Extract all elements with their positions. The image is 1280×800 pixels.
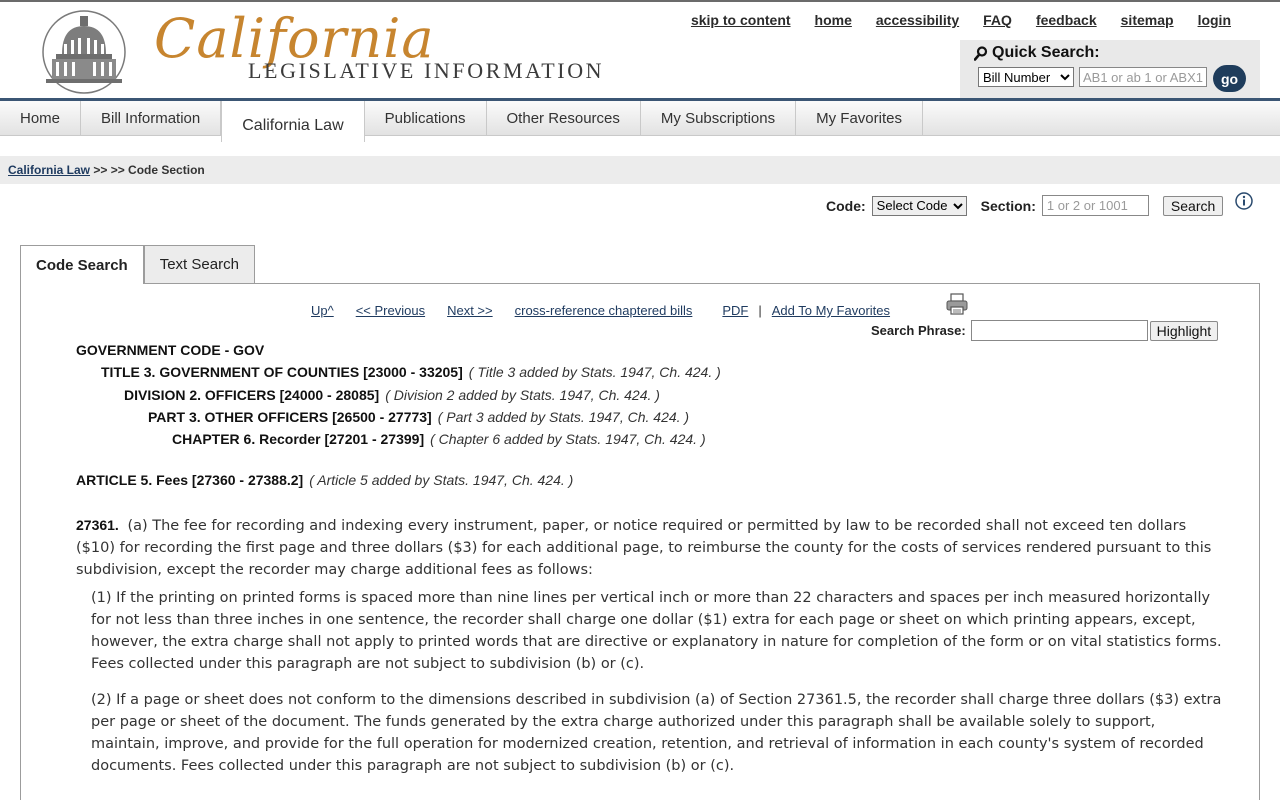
hierarchy-division: DIVISION 2. OFFICERS [24000 - 28085]( Di… xyxy=(124,386,660,403)
utility-links: skip to content home accessibility FAQ f… xyxy=(691,12,1231,28)
code-hierarchy: GOVERNMENT CODE - GOV TITLE 3. GOVERNMEN… xyxy=(76,341,721,452)
section-paragraph-1: (1) If the printing on printed forms is … xyxy=(91,590,1222,672)
info-icon[interactable] xyxy=(1235,192,1253,210)
code-select[interactable]: Select Code xyxy=(871,195,967,216)
nav-tab-home[interactable]: Home xyxy=(0,101,82,136)
nav-tab-my-subscriptions[interactable]: My Subscriptions xyxy=(641,101,797,136)
nav-tab-other-resources[interactable]: Other Resources xyxy=(487,101,641,136)
skip-to-content-link[interactable]: skip to content xyxy=(691,12,791,28)
nav-tab-bill-information[interactable]: Bill Information xyxy=(81,101,222,136)
login-link[interactable]: login xyxy=(1198,12,1231,28)
hierarchy-part: PART 3. OTHER OFFICERS [26500 - 27773]( … xyxy=(148,408,690,425)
article-note: ( Article 5 added by Stats. 1947, Ch. 42… xyxy=(309,472,574,488)
accessibility-link[interactable]: accessibility xyxy=(876,12,959,28)
sitemap-link[interactable]: sitemap xyxy=(1121,12,1174,28)
tab-text-search[interactable]: Text Search xyxy=(143,245,255,283)
hierarchy-code: GOVERNMENT CODE - GOV xyxy=(76,342,265,358)
faq-link[interactable]: FAQ xyxy=(983,12,1012,28)
bill-type-select[interactable]: Bill Number xyxy=(978,67,1074,87)
quick-search-label: Quick Search: xyxy=(992,44,1100,61)
section-search-button[interactable]: Search xyxy=(1162,195,1224,216)
hierarchy-chapter: CHAPTER 6. Recorder [27201 - 27399]( Cha… xyxy=(172,431,706,448)
code-section-lookup: Code: Select Code Section: Search xyxy=(826,195,1224,216)
printer-icon[interactable] xyxy=(945,293,969,315)
main-nav: Home Bill Information California Law Pub… xyxy=(0,98,1280,142)
nav-tab-california-law[interactable]: California Law xyxy=(221,101,365,142)
nav-tab-publications[interactable]: Publications xyxy=(365,101,487,136)
search-mode-tabs: Code Search Text Search xyxy=(20,245,255,284)
breadcrumb-california-law-link[interactable]: California Law xyxy=(8,163,90,177)
search-phrase-label: Search Phrase: xyxy=(871,323,966,338)
toolbar-separator: | xyxy=(758,303,762,318)
section-text: 27361. (a) The fee for recording and ind… xyxy=(76,514,1226,791)
search-icon xyxy=(974,45,988,61)
section-label: Section: xyxy=(980,197,1036,214)
section-input[interactable] xyxy=(1041,195,1149,216)
next-link[interactable]: Next >> xyxy=(447,303,493,318)
home-link[interactable]: home xyxy=(815,12,852,28)
previous-link[interactable]: << Previous xyxy=(356,303,425,318)
section-paragraph-2: (2) If a page or sheet does not conform … xyxy=(91,692,1222,774)
tab-code-search[interactable]: Code Search xyxy=(20,245,144,284)
code-label: Code: xyxy=(826,197,866,214)
article-title: ARTICLE 5. Fees [27360 - 27388.2] xyxy=(76,472,304,488)
nav-tab-my-favorites[interactable]: My Favorites xyxy=(796,101,923,136)
quick-search-title: Quick Search: xyxy=(974,44,1100,62)
section-intro: 27361. (a) The fee for recording and ind… xyxy=(76,517,1212,578)
feedback-link[interactable]: feedback xyxy=(1036,12,1097,28)
section-toolbar: Up^ << Previous Next >> cross-reference … xyxy=(311,303,912,318)
article-heading: ARTICLE 5. Fees [27360 - 27388.2] ( Artic… xyxy=(76,472,573,488)
go-button[interactable]: go xyxy=(1213,65,1246,92)
site-header: California LEGISLATIVE INFORMATION skip … xyxy=(0,2,1280,98)
add-to-favorites-link[interactable]: Add To My Favorites xyxy=(772,303,890,318)
search-phrase-input[interactable] xyxy=(970,320,1148,341)
quick-search-panel: Quick Search: Bill Number go xyxy=(960,40,1260,98)
breadcrumb-trail: >> >> Code Section xyxy=(90,163,205,177)
breadcrumb: California Law >> >> Code Section xyxy=(0,156,1280,184)
hierarchy-title: TITLE 3. GOVERNMENT OF COUNTIES [23000 -… xyxy=(101,364,721,381)
highlight-button[interactable]: Highlight xyxy=(1149,320,1219,341)
search-phrase-bar: Search Phrase: Highlight xyxy=(871,320,1219,341)
cross-reference-link[interactable]: cross-reference chaptered bills xyxy=(515,303,693,318)
capitol-dome-logo[interactable] xyxy=(40,10,128,94)
up-link[interactable]: Up^ xyxy=(311,303,334,318)
pdf-link[interactable]: PDF xyxy=(722,303,748,318)
brand-subtitle: LEGISLATIVE INFORMATION xyxy=(248,58,605,83)
bill-number-input[interactable] xyxy=(1079,67,1207,87)
section-number: 27361. xyxy=(76,517,119,533)
